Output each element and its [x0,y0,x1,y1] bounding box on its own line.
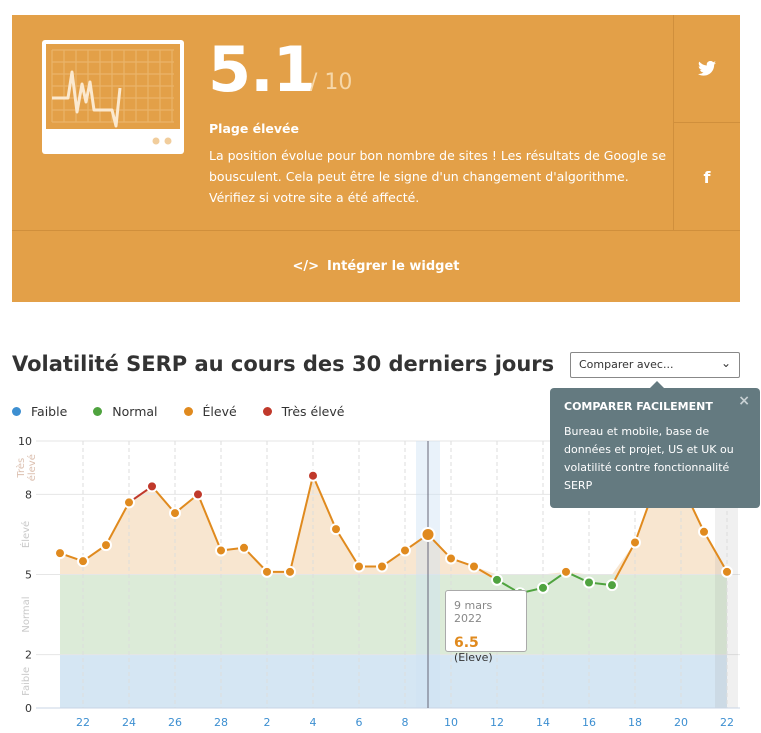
x-tick-label: 20 [674,716,688,729]
legend-marker [12,407,21,416]
data-point [376,560,388,573]
chart-legend: Faible Normal Élevé Très élevé [12,404,344,419]
data-point [420,526,436,542]
legend-item[interactable]: Faible [12,404,67,419]
twitter-icon [698,61,716,76]
band-faible [60,654,727,708]
legend-marker [183,407,193,416]
data-point [77,555,89,568]
facebook-icon: f [703,167,711,187]
embed-label: Intégrer le widget [327,259,460,274]
compare-select[interactable]: Comparer avec... ⌄ [570,352,740,378]
chart-tooltip: 9 mars 2022 6.5 (Eleve) [445,590,527,664]
data-point [698,525,710,538]
data-point [307,469,319,482]
data-point [560,565,572,578]
data-point [583,576,595,589]
legend-item[interactable]: Très élevé [262,404,345,419]
legend-marker [93,407,103,416]
data-point [238,541,250,554]
legend-item[interactable]: Élevé [183,404,237,419]
x-tick-label: 10 [444,716,458,729]
band-normal [60,574,727,655]
chevron-down-icon: ⌄ [720,356,731,370]
y-tick-label: 2 [25,649,32,662]
code-icon: </> [292,259,320,274]
legend-marker [262,407,272,416]
x-tick-label: 6 [356,716,363,729]
volatility-score: 5.1 [208,33,316,106]
x-tick-label: 18 [628,716,642,729]
compare-popover: COMPARER FACILEMENT Bureau et mobile, ba… [550,381,760,508]
volatility-widget: 5.1 / 10 Plage élevée La position évolue… [12,15,740,302]
compare-select-value: Comparer avec... [579,358,674,371]
popover-title: COMPARER FACILEMENT [564,400,713,413]
data-point [606,579,618,592]
section-title: Volatilité SERP au cours des 30 derniers… [12,352,555,376]
band-label: Faible [21,667,32,696]
data-point [353,560,365,573]
tooltip-category: (Eleve) [454,651,493,664]
data-point [330,523,342,536]
tooltip-value: 6.5 [454,635,479,651]
data-point [629,536,641,549]
range-description: La position évolue pour bon nombre de si… [209,148,667,205]
x-tick-label: 28 [214,716,228,729]
data-point [721,565,733,578]
x-tick-label: 4 [310,716,317,729]
y-tick-label: 0 [25,702,32,715]
data-point [468,560,480,573]
data-point [537,581,549,594]
data-point [146,480,158,493]
y-tick-label: 5 [25,569,32,582]
x-tick-label: 22 [720,716,734,729]
share-panel: f [673,15,740,230]
legend-label: Très élevé [281,404,345,419]
x-tick-label: 26 [168,716,182,729]
data-point [491,573,503,586]
y-tick-label: 10 [18,435,32,448]
popover-body: Bureau et mobile, base de données et pro… [564,425,734,492]
data-point [100,539,112,552]
band-label: Élevé [19,521,32,548]
legend-label: Élevé [202,404,237,419]
data-point [284,565,296,578]
x-tick-label: 2 [264,716,271,729]
legend-label: Faible [31,404,68,419]
tooltip-date: 9 mars 2022 [454,599,493,625]
twitter-share-button[interactable] [674,15,740,123]
data-point [215,544,227,557]
data-point [261,565,273,578]
facebook-share-button[interactable]: f [674,123,740,231]
data-point [399,544,411,557]
band-label: Trèsélevé [15,454,38,481]
x-tick-label: 16 [582,716,596,729]
monitor-icon [42,40,184,154]
data-point [123,496,135,509]
x-tick-label: 8 [402,716,409,729]
data-point [54,547,66,560]
band-label: Normal [21,596,32,632]
x-tick-label: 14 [536,716,550,729]
legend-item[interactable]: Normal [93,404,158,419]
legend-label: Normal [112,404,158,419]
range-label: Plage élevée [209,121,300,136]
x-tick-label: 24 [122,716,136,729]
score-max: / 10 [310,70,353,95]
data-point [445,552,457,565]
data-point [169,507,181,520]
x-tick-label: 12 [490,716,504,729]
close-icon[interactable]: × [738,393,750,409]
x-tick-label: 22 [76,716,90,729]
data-point [192,488,204,501]
y-tick-label: 8 [25,488,32,501]
embed-widget-button[interactable]: </> Intégrer le widget [12,230,740,302]
